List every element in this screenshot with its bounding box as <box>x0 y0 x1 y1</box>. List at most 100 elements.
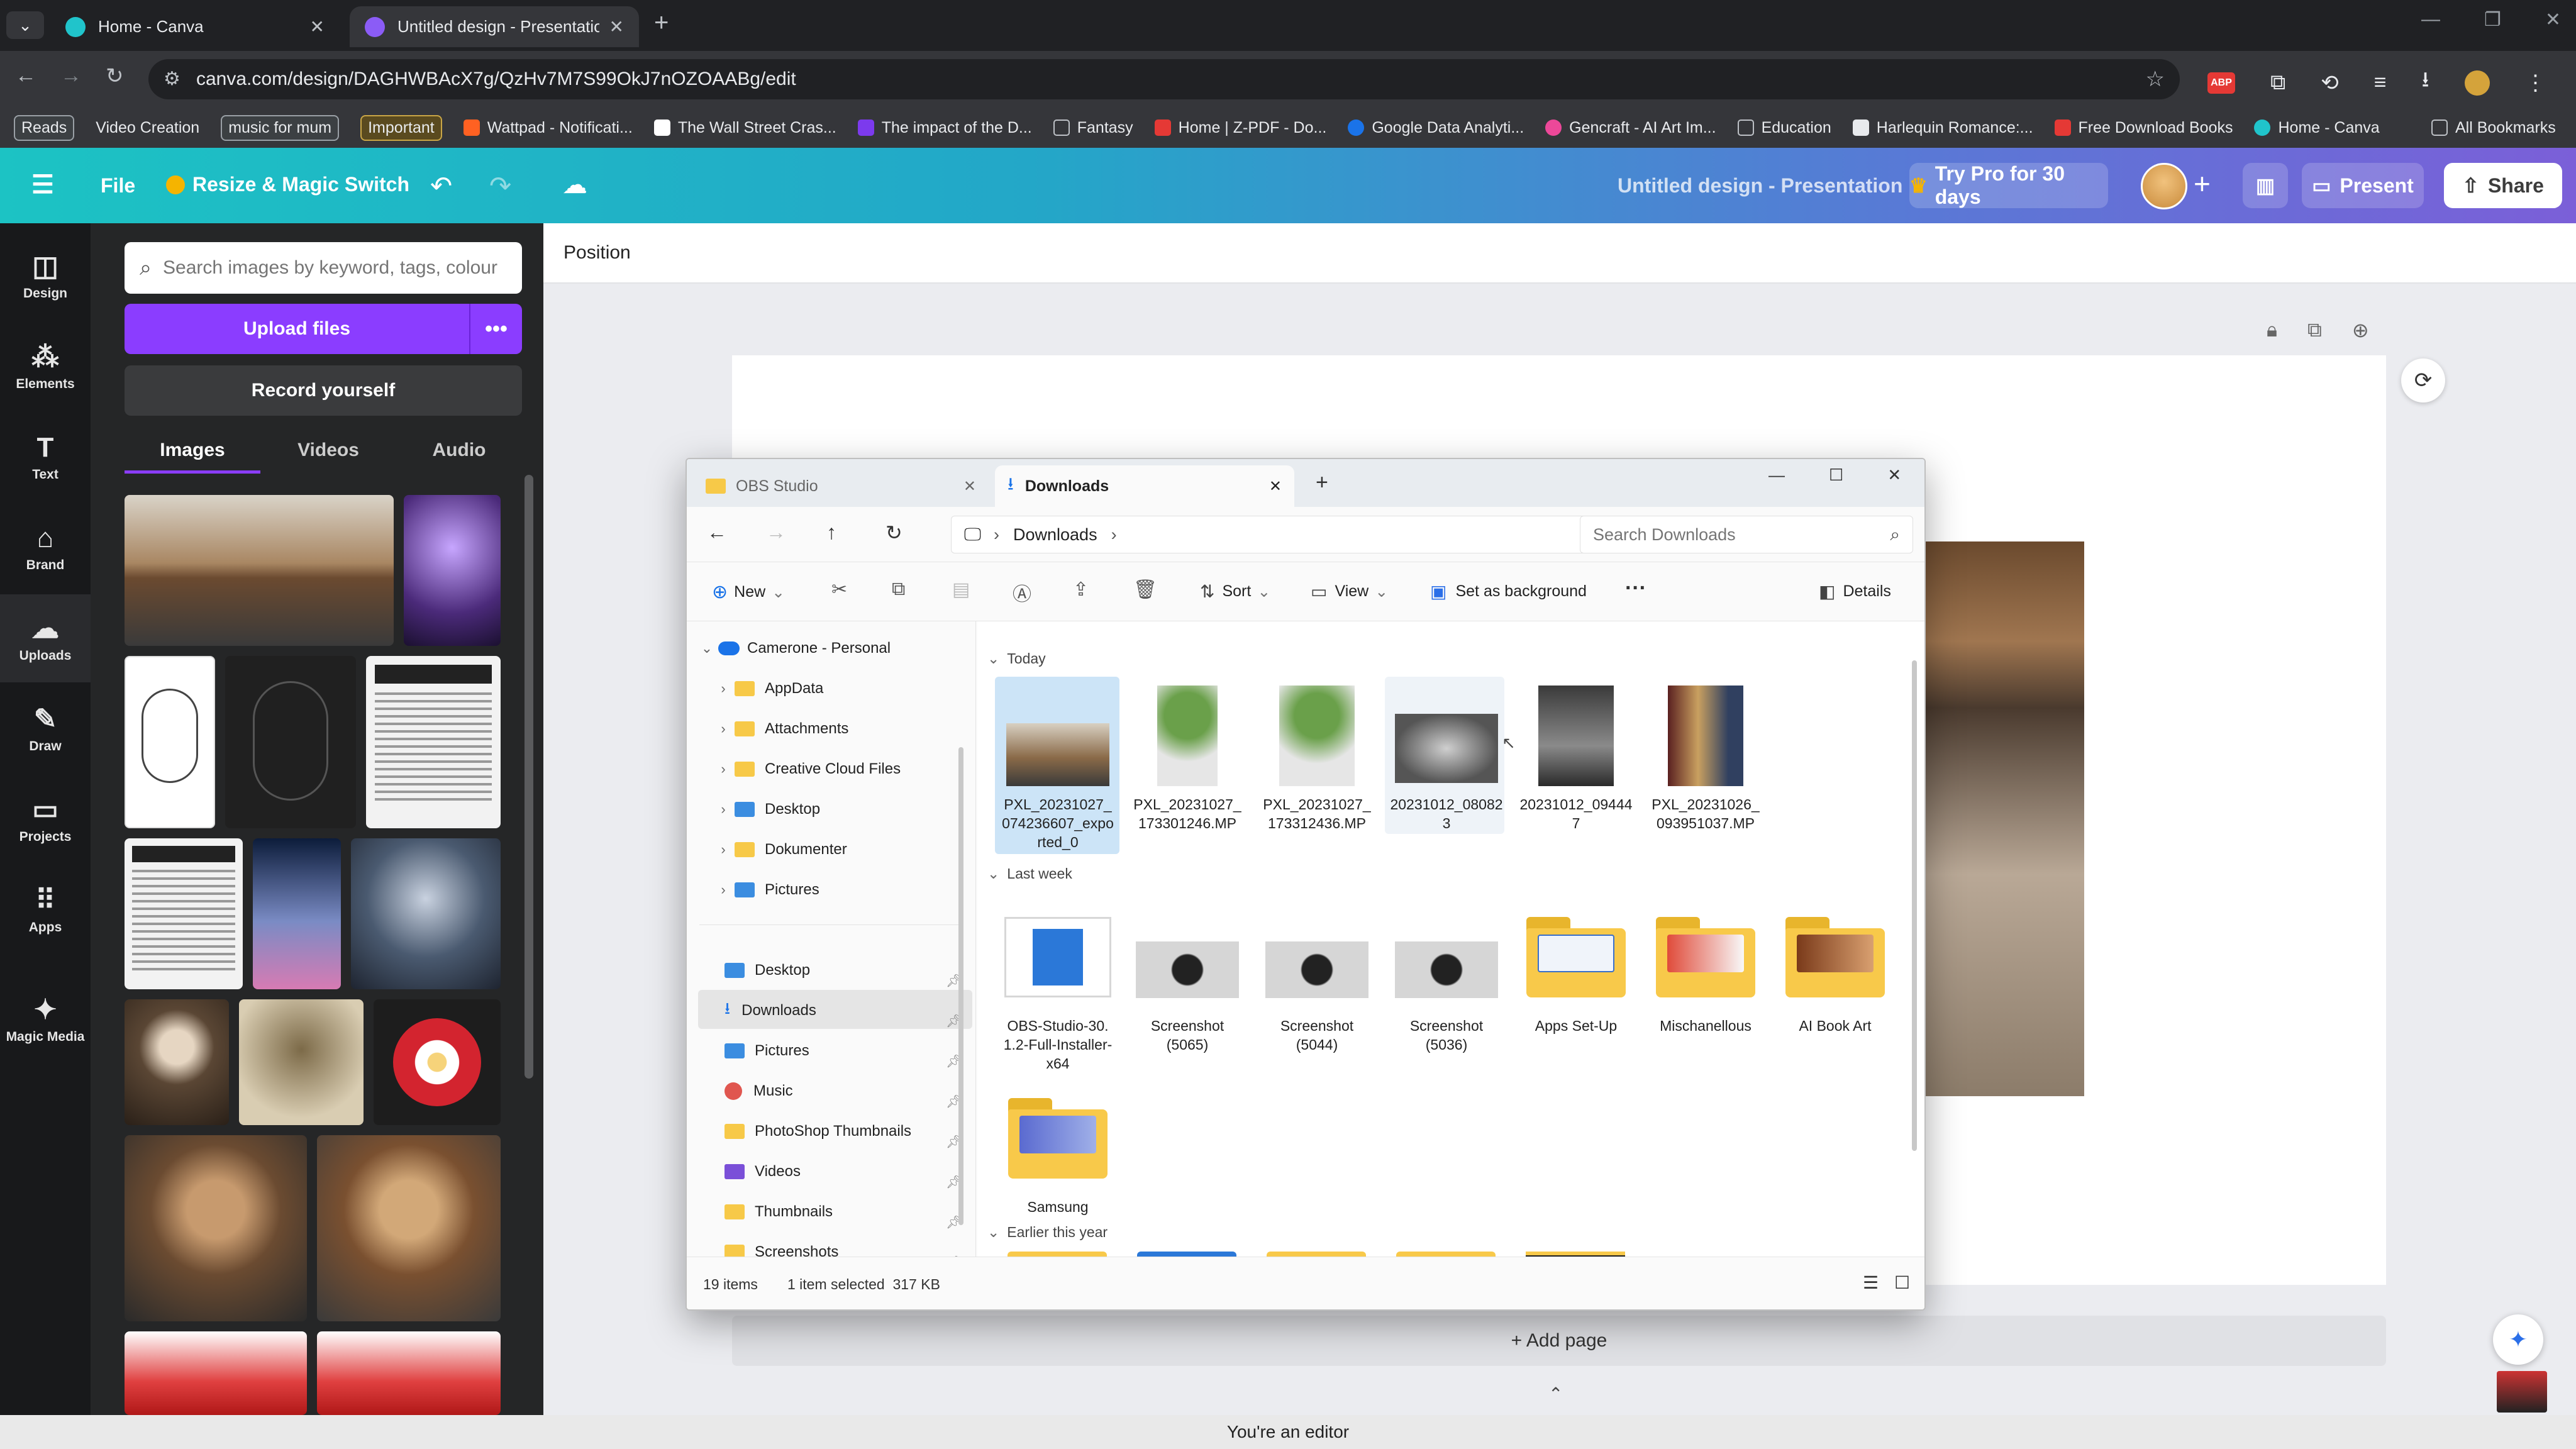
content-scrollbar[interactable] <box>1912 660 1917 1151</box>
rail-item-brand[interactable]: ⌂ Brand <box>0 504 91 592</box>
page-thumbnail-preview[interactable] <box>2497 1371 2547 1413</box>
share-icon[interactable]: ⇪ <box>1073 579 1089 601</box>
uploaded-image-anime-1[interactable] <box>125 1331 307 1415</box>
search-downloads-input[interactable] <box>1593 525 1890 545</box>
upload-files-button[interactable]: Upload files <box>125 304 469 354</box>
resize-magic-switch-button[interactable]: Resize & Magic Switch <box>166 173 409 196</box>
refresh-suggestions-icon[interactable]: ⟳ <box>2401 358 2445 402</box>
close-tab-icon[interactable]: ✕ <box>963 477 976 496</box>
undo-icon[interactable]: ↶ <box>430 170 452 201</box>
bookmark-google-data[interactable]: Google Data Analyti... <box>1348 119 1524 137</box>
section-last-week[interactable]: ⌄ Last week <box>987 865 1072 882</box>
copy-icon[interactable]: ⧉ <box>892 579 905 600</box>
bookmark-home-canva[interactable]: Home - Canva <box>2254 119 2380 137</box>
breadcrumb-downloads[interactable]: Downloads <box>1013 525 1097 545</box>
bookmark-reads[interactable]: Reads <box>14 114 75 141</box>
quick-item-pictures[interactable]: Pictures <box>724 1031 1010 1070</box>
refresh-icon[interactable]: ↻ <box>886 521 902 545</box>
uploaded-image-battle[interactable] <box>351 838 501 989</box>
minimize-icon[interactable]: — <box>1768 465 1785 485</box>
tab-search-chevron-icon[interactable]: ⌄ <box>6 11 44 39</box>
folder-item[interactable]: Samsung <box>995 1083 1121 1216</box>
view-button[interactable]: ▭ View ⌄ <box>1311 581 1388 602</box>
rail-item-magic-media[interactable]: ✦ Magic Media <box>0 975 91 1063</box>
rail-item-projects[interactable]: ▭ Projects <box>0 775 91 863</box>
user-avatar[interactable] <box>2141 163 2187 209</box>
uploaded-image-anime-2[interactable] <box>317 1331 501 1415</box>
bookmark-important[interactable]: Important <box>360 114 442 141</box>
close-tab-icon[interactable]: ✕ <box>609 16 624 37</box>
rail-item-elements[interactable]: ⁂ Elements <box>0 323 91 411</box>
back-icon[interactable]: ← <box>707 521 727 544</box>
record-yourself-button[interactable]: Record yourself <box>125 365 522 416</box>
explorer-address-bar[interactable]: 🖵︎ › Downloads › <box>951 516 1619 553</box>
tab-audio[interactable]: Audio <box>396 433 522 474</box>
file-item[interactable]: PXL_20231027_074236607_exported_0 <box>995 680 1121 852</box>
add-collaborator-icon[interactable]: + <box>2194 167 2211 201</box>
panel-scrollbar[interactable] <box>525 475 533 1079</box>
paste-icon[interactable]: ▤ <box>952 579 970 601</box>
tab-videos[interactable]: Videos <box>260 433 396 474</box>
maximize-icon[interactable]: ☐ <box>1829 465 1843 485</box>
adblock-icon[interactable]: ABP <box>2207 72 2235 94</box>
more-options-icon[interactable]: ··· <box>1625 576 1646 601</box>
bookmark-star-icon[interactable]: ☆ <box>2146 67 2165 92</box>
delete-icon[interactable]: 🗑︎ <box>1133 579 1157 601</box>
site-info-icon[interactable]: ⚙ <box>164 68 180 90</box>
section-earlier-this-year[interactable]: ⌄ Earlier this year <box>987 1224 1108 1241</box>
uploaded-image-purple-figure[interactable] <box>404 495 501 646</box>
quick-item-videos[interactable]: Videos <box>724 1152 1010 1191</box>
rename-icon[interactable]: Ⓐ <box>1013 579 1031 606</box>
position-button[interactable]: Position <box>564 242 631 264</box>
file-item[interactable]: 20231012_080823 <box>1384 680 1509 833</box>
up-icon[interactable]: ↑ <box>826 521 836 544</box>
hamburger-menu-icon[interactable]: ☰ <box>31 170 54 199</box>
design-title[interactable]: Untitled design - Presentation <box>1618 174 1902 197</box>
uploaded-image-dark-sketch[interactable] <box>225 656 356 828</box>
explorer-search-box[interactable]: ⌕ <box>1580 516 1913 553</box>
upload-more-options-icon[interactable]: ••• <box>469 304 522 354</box>
extensions-puzzle-icon[interactable]: ⧉ <box>2270 70 2285 95</box>
file-item[interactable]: Screenshot (5065) <box>1124 902 1250 1054</box>
rail-item-apps[interactable]: ⠿ Apps <box>0 866 91 954</box>
bookmark-video-creation[interactable]: Video Creation <box>96 119 199 137</box>
uploaded-image-lion-sketch[interactable] <box>125 656 215 828</box>
file-item[interactable]: Screenshot (5044) <box>1254 902 1380 1054</box>
explorer-tab-obs-studio[interactable]: OBS Studio ✕ <box>693 465 989 507</box>
duplicate-page-icon[interactable]: ⧉ <box>2307 318 2322 342</box>
sort-button[interactable]: ⇅ Sort ⌄ <box>1200 581 1270 602</box>
new-explorer-tab-icon[interactable]: + <box>1316 470 1328 495</box>
nav-scrollbar[interactable] <box>958 747 963 1225</box>
reload-icon[interactable]: ↻ <box>106 64 124 89</box>
rail-item-draw[interactable]: ✎ Draw <box>0 685 91 773</box>
tiles-view-icon[interactable]: ☐ <box>1894 1272 1910 1293</box>
insights-chart-icon[interactable]: ▥ <box>2243 163 2288 208</box>
quick-item-downloads[interactable]: ⭳ Downloads <box>724 991 1010 1030</box>
bookmark-education[interactable]: Education <box>1737 119 1831 137</box>
bookmark-wall-street[interactable]: The Wall Street Cras... <box>653 119 836 137</box>
quick-item-thumbnails[interactable]: Thumbnails <box>724 1192 1010 1231</box>
uploaded-image-warrior-1[interactable] <box>125 1135 307 1321</box>
uploaded-image-newspaper[interactable] <box>366 656 501 828</box>
browser-tab-untitled-design[interactable]: Untitled design - Presentation ✕ <box>350 6 639 47</box>
tab-images[interactable]: Images <box>125 433 260 474</box>
uploaded-image-nun[interactable] <box>125 999 229 1125</box>
file-item[interactable]: PXL_20231026_093951037.MP <box>1643 680 1768 833</box>
uploaded-image-warrior-2[interactable] <box>317 1135 501 1321</box>
share-button[interactable]: ⇧ Share <box>2444 163 2562 208</box>
minimize-icon[interactable]: — <box>2421 9 2440 31</box>
bookmark-harlequin[interactable]: Harlequin Romance:... <box>1852 119 2033 137</box>
file-item[interactable]: PXL_20231027_173301246.MP <box>1124 680 1250 833</box>
uploaded-image-tree[interactable] <box>239 999 364 1125</box>
close-window-icon[interactable]: ✕ <box>1887 465 1901 485</box>
profile-avatar[interactable] <box>2464 70 2490 96</box>
rail-item-uploads[interactable]: ☁ Uploads <box>0 594 91 682</box>
present-button[interactable]: ▭ Present <box>2302 163 2424 208</box>
details-view-icon[interactable]: ☰ <box>1863 1272 1879 1293</box>
file-menu[interactable]: File <box>101 174 135 197</box>
rail-item-design[interactable]: ◫ Design <box>0 232 91 320</box>
bookmark-fantasy[interactable]: Fantasy <box>1053 119 1133 137</box>
try-pro-button[interactable]: ♛ Try Pro for 30 days <box>1909 162 2108 208</box>
forward-icon[interactable]: → <box>766 521 786 544</box>
back-icon[interactable]: ← <box>15 64 36 88</box>
